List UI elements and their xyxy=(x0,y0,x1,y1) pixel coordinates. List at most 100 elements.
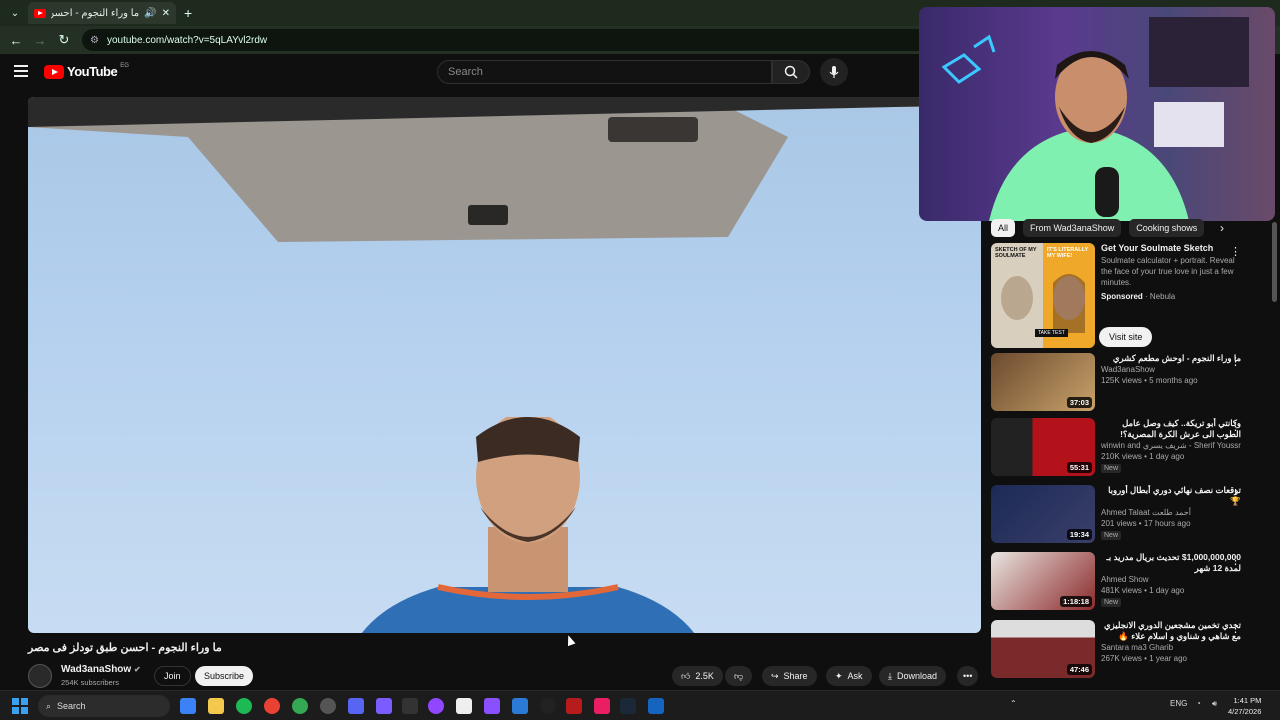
ask-button[interactable]: ✦ Ask xyxy=(826,666,872,686)
capture-icon[interactable] xyxy=(512,698,528,714)
back-icon[interactable]: ← xyxy=(4,33,28,48)
search-button[interactable] xyxy=(772,60,810,84)
forward-icon[interactable]: → xyxy=(28,33,52,48)
video-thumbnail[interactable]: 37:03 xyxy=(991,353,1095,411)
spotify-icon[interactable] xyxy=(236,698,252,714)
recommendation-title[interactable]: ما وراء النجوم - اوحش مطعم كشري xyxy=(1101,353,1241,364)
recommendation-channel[interactable]: winwin and شريف يسري - Sherif Youssri xyxy=(1101,440,1241,451)
app-icon[interactable] xyxy=(648,698,664,714)
video-thumbnail[interactable]: 19:34 xyxy=(991,485,1095,543)
sidebar-scrollbar[interactable] xyxy=(1272,222,1277,302)
recommendation-channel[interactable]: Ahmed Talaat أحمد طلعت xyxy=(1101,507,1241,518)
like-button[interactable]: 👍︎ 2.5K xyxy=(672,666,723,686)
clock-date: 4/27/2026 xyxy=(1228,707,1262,716)
sparkle-icon: ✦ xyxy=(835,670,843,681)
tab-close-icon[interactable]: ✕ xyxy=(162,8,170,19)
ad-title[interactable]: Get Your Soulmate Sketch xyxy=(1101,243,1241,253)
video-frame-person xyxy=(361,417,695,633)
recommendation-item[interactable]: 19:34 توقعات نصف نهائي دوري أبطال أوروبا… xyxy=(991,485,1271,543)
keyboard-icon[interactable] xyxy=(402,698,418,714)
adobe-icon[interactable] xyxy=(594,698,610,714)
gamepad-icon[interactable] xyxy=(484,698,500,714)
new-badge: New xyxy=(1101,464,1122,473)
download-button[interactable]: ⤓ Download xyxy=(879,666,947,686)
youtube-logo[interactable]: YouTube EG xyxy=(44,63,129,79)
ad-thumbnail[interactable]: SKETCH OF MY SOULMATE IT'S LITERALLY MY … xyxy=(991,243,1095,348)
search-input[interactable]: Search xyxy=(437,60,772,84)
taskbar-clock[interactable]: 1:41 PM 4/27/2026 xyxy=(1228,695,1261,717)
channel-avatar[interactable] xyxy=(28,664,52,688)
chrome-profile-icon[interactable] xyxy=(292,698,308,714)
speaker-icon[interactable]: 🔊 xyxy=(144,8,156,19)
twitch-icon[interactable] xyxy=(428,698,444,714)
more-actions-button[interactable]: ••• xyxy=(957,666,979,686)
recommendation-channel[interactable]: Santara ma3 Gharib xyxy=(1101,642,1241,653)
new-tab-button[interactable]: + xyxy=(184,5,192,21)
join-button[interactable]: Join xyxy=(154,666,191,686)
recommendation-channel[interactable]: Wad3anaShow xyxy=(1101,364,1241,375)
more-options-icon[interactable]: ⋮ xyxy=(1230,355,1241,368)
file-explorer-icon[interactable] xyxy=(208,698,224,714)
more-options-icon[interactable]: ⋮ xyxy=(1230,245,1241,258)
recommendation-item[interactable]: 55:31 وكانتي أبو تريكة.. كيف وصل عامل ال… xyxy=(991,418,1271,476)
input-language[interactable]: ENG xyxy=(1170,699,1187,708)
menu-icon[interactable] xyxy=(14,65,28,77)
steam-icon[interactable] xyxy=(620,698,636,714)
discord-icon[interactable] xyxy=(348,698,364,714)
browser-tab-active[interactable]: ما وراء النجوم - احسن طبق تودلز في... 🔊 … xyxy=(28,2,176,24)
address-bar[interactable]: ⚙ youtube.com/watch?v=5qLAYvl2rdw xyxy=(82,29,962,51)
more-options-icon[interactable]: ⋮ xyxy=(1230,554,1241,567)
recommendation-title[interactable]: $1,000,000,000 تحديث بريال مدريد بـ لمدة… xyxy=(1101,552,1241,574)
recommendation-info: ما وراء النجوم - اوحش مطعم كشري Wad3anaS… xyxy=(1101,353,1241,411)
site-info-icon[interactable]: ⚙ xyxy=(90,35,99,46)
reload-icon[interactable]: ↻ xyxy=(52,32,76,48)
recommendation-title[interactable]: توقعات نصف نهائي دوري أبطال أوروبا 🏆 xyxy=(1101,485,1241,507)
tab-search-menu-button[interactable]: ⌄ xyxy=(4,2,26,24)
4k-downloader-icon[interactable] xyxy=(540,698,556,714)
video-thumbnail[interactable]: 55:31 xyxy=(991,418,1095,476)
share-label: Share xyxy=(783,671,808,681)
subscribe-button[interactable]: Subscribe xyxy=(195,666,254,686)
chip-all[interactable]: All xyxy=(991,219,1016,237)
youtube-play-icon xyxy=(44,64,64,79)
recommendation-item[interactable]: 37:03 ما وراء النجوم - اوحش مطعم كشري Wa… xyxy=(991,353,1271,411)
search-icon xyxy=(784,65,798,79)
windows-start-icon[interactable] xyxy=(12,698,28,714)
video-thumbnail[interactable]: 47:46 xyxy=(991,620,1095,678)
recommendation-channel[interactable]: Ahmed Show xyxy=(1101,574,1241,585)
chip-from-channel[interactable]: From Wad3anaShow xyxy=(1023,219,1122,237)
volume-icon[interactable]: 🔊︎ xyxy=(1212,699,1217,709)
advertiser-name: Nebula xyxy=(1149,292,1176,301)
recommendation-item[interactable]: 1:18:18 $1,000,000,000 تحديث بريال مدريد… xyxy=(991,552,1271,610)
channel-name[interactable]: Wad3anaShow ✔ xyxy=(61,664,141,675)
recommendation-item[interactable]: 47:46 تحدي تخمين مشجعين الدوري الانجليزي… xyxy=(991,620,1271,678)
taskbar-search[interactable]: ⌕ Search xyxy=(38,695,170,717)
apps-grid-icon[interactable] xyxy=(376,698,392,714)
tray-chevron-icon[interactable]: ⌃ xyxy=(1010,699,1017,708)
more-options-icon[interactable]: ⋮ xyxy=(1230,420,1241,433)
download-icon: ⤓ xyxy=(888,670,892,681)
video-editor-icon[interactable] xyxy=(566,698,582,714)
voice-search-button[interactable] xyxy=(820,58,848,86)
visit-site-button[interactable]: Visit site xyxy=(1099,327,1153,347)
sponsored-label: Sponsored xyxy=(1101,292,1143,301)
more-horizontal-icon: ••• xyxy=(963,671,973,681)
chip-cooking-shows[interactable]: Cooking shows xyxy=(1129,219,1205,237)
chrome-icon[interactable] xyxy=(264,698,280,714)
steam-like-icon[interactable] xyxy=(320,698,336,714)
recommendation-title[interactable]: وكانتي أبو تريكة.. كيف وصل عامل الطوب ال… xyxy=(1101,418,1241,440)
clock-time: 1:41 PM xyxy=(1233,696,1262,705)
recommendation-filter-chips: All From Wad3anaShow Cooking shows xyxy=(991,219,1205,237)
more-options-icon[interactable]: ⋮ xyxy=(1230,487,1241,500)
video-player[interactable] xyxy=(28,97,981,633)
more-options-icon[interactable]: ⋮ xyxy=(1230,622,1241,635)
copilot-icon[interactable] xyxy=(180,698,196,714)
store-icon[interactable] xyxy=(456,698,472,714)
recommendation-info: $1,000,000,000 تحديث بريال مدريد بـ لمدة… xyxy=(1101,552,1241,610)
share-button[interactable]: ↪ Share xyxy=(762,666,817,686)
video-thumbnail[interactable]: 1:18:18 xyxy=(991,552,1095,610)
recommendation-title[interactable]: تحدي تخمين مشجعين الدوري الانجليزي مع شا… xyxy=(1101,620,1241,642)
chevron-right-icon[interactable]: › xyxy=(1220,221,1224,235)
wifi-icon[interactable]: ◔ xyxy=(1196,699,1201,708)
dislike-button[interactable]: 👎︎ xyxy=(725,666,753,686)
